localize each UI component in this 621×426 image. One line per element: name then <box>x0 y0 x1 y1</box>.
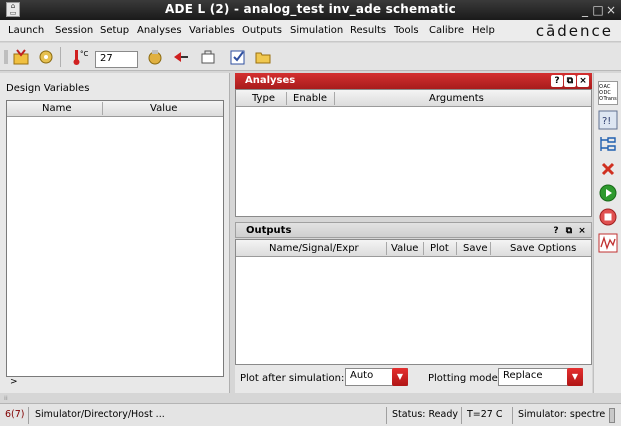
status-separator <box>28 407 29 424</box>
analyses-title: Analyses <box>245 75 296 86</box>
outputs-header: Name/Signal/Expr Value Plot Save Save Op… <box>236 240 591 257</box>
column-save[interactable]: Save <box>463 243 488 254</box>
column-value[interactable]: Value <box>391 243 418 254</box>
toolbar-grip-icon <box>4 50 8 64</box>
column-type[interactable]: Type <box>252 93 275 104</box>
column-separator <box>423 242 424 255</box>
thermometer-icon: °C <box>73 50 88 65</box>
column-save-options[interactable]: Save Options <box>510 243 576 254</box>
variable-icon[interactable]: ?! <box>598 110 618 130</box>
checklist-icon[interactable] <box>229 48 247 66</box>
plot-after-value: Auto <box>350 370 374 381</box>
status-state: Status: Ready <box>392 409 458 420</box>
column-separator <box>456 242 457 255</box>
design-icon[interactable] <box>146 48 164 66</box>
plotting-mode-select[interactable]: Replace ▼ <box>498 368 583 386</box>
minimize-icon[interactable]: _ <box>578 3 592 17</box>
title-bar: ⌂ ▭ ADE L (2) - analog_test inv_ade schem… <box>0 0 621 20</box>
close-icon[interactable]: × <box>604 3 618 17</box>
column-separator <box>286 92 287 105</box>
library-icon[interactable] <box>199 48 217 66</box>
float-icon[interactable]: ⧉ <box>564 75 576 87</box>
column-enable[interactable]: Enable <box>293 93 327 104</box>
cadence-logo: cādence <box>535 22 613 40</box>
menu-session[interactable]: Session <box>55 25 93 36</box>
analyses-table[interactable]: Type Enable Arguments <box>235 89 592 217</box>
menu-tools[interactable]: Tools <box>394 25 419 36</box>
menu-bar: Launch Session Setup Analyses Variables … <box>0 20 621 42</box>
column-separator <box>386 242 387 255</box>
menu-setup[interactable]: Setup <box>100 25 129 36</box>
svg-text:?!: ?! <box>602 116 611 127</box>
netlist-icon[interactable] <box>598 134 618 154</box>
status-count: 6(7) <box>5 409 25 420</box>
menu-calibre[interactable]: Calibre <box>429 25 464 36</box>
status-path: Simulator/Directory/Host ... <box>35 409 165 420</box>
svg-text:°C: °C <box>80 50 88 58</box>
help-icon[interactable]: ? <box>551 75 563 87</box>
column-arguments[interactable]: Arguments <box>429 93 484 104</box>
open-icon[interactable] <box>37 48 55 66</box>
status-separator <box>461 407 462 424</box>
run-icon[interactable] <box>598 183 618 203</box>
analyses-header: Type Enable Arguments <box>236 90 591 107</box>
right-toolbar: AC DC Trans ?! <box>593 73 621 393</box>
menu-launch[interactable]: Launch <box>8 25 44 36</box>
maximize-icon[interactable]: □ <box>591 3 605 17</box>
column-plot[interactable]: Plot <box>430 243 449 254</box>
toolbar: °C <box>0 43 621 71</box>
analyses-panel-title: Analyses ? ⧉ × <box>235 73 592 89</box>
column-separator <box>334 92 335 105</box>
column-separator <box>102 102 103 115</box>
choose-analysis-icon[interactable]: AC DC Trans <box>598 81 618 105</box>
design-variables-table[interactable]: Name Value <box>6 100 224 377</box>
column-value[interactable]: Value <box>150 103 177 114</box>
analysis-type-trans: Trans <box>603 96 618 102</box>
outputs-title: Outputs <box>246 225 292 236</box>
column-name[interactable]: Name <box>42 103 72 114</box>
resize-grip-icon[interactable]: ⁞⁞ <box>4 395 8 402</box>
temperature-input[interactable]: 27 <box>95 51 138 68</box>
plotting-mode-value: Replace <box>503 370 543 381</box>
delete-icon[interactable] <box>598 159 618 179</box>
menu-results[interactable]: Results <box>350 25 386 36</box>
expander-icon[interactable]: > <box>10 377 18 387</box>
menu-simulation[interactable]: Simulation <box>290 25 343 36</box>
column-separator <box>490 242 491 255</box>
status-bar: 6(7) Simulator/Directory/Host ... Status… <box>0 403 621 426</box>
folder-icon[interactable] <box>254 48 272 66</box>
outputs-table[interactable]: Name/Signal/Expr Value Plot Save Save Op… <box>235 239 592 365</box>
design-variables-header: Name Value <box>7 101 223 117</box>
menu-outputs[interactable]: Outputs <box>242 25 282 36</box>
status-separator <box>386 407 387 424</box>
menu-variables[interactable]: Variables <box>189 25 235 36</box>
plot-after-select[interactable]: Auto ▼ <box>345 368 408 386</box>
stop-icon[interactable] <box>598 207 618 227</box>
chevron-down-icon[interactable]: ▼ <box>392 368 408 386</box>
status-simulator: Simulator: spectre <box>518 409 606 420</box>
menu-analyses[interactable]: Analyses <box>137 25 182 36</box>
outputs-panel-title: Outputs ? ⧉ × <box>235 222 592 238</box>
toolbar-separator <box>60 47 61 67</box>
status-indicator <box>609 408 615 423</box>
column-name-signal-expr[interactable]: Name/Signal/Expr <box>269 243 359 254</box>
chevron-down-icon[interactable]: ▼ <box>567 368 583 386</box>
help-icon[interactable]: ? <box>550 225 562 237</box>
status-separator <box>512 407 513 424</box>
menu-help[interactable]: Help <box>472 25 495 36</box>
launch-icon[interactable] <box>12 48 30 66</box>
window-title: ADE L (2) - analog_test inv_ade schemati… <box>165 2 456 16</box>
plotting-mode-label: Plotting mode: <box>428 373 502 384</box>
plot-outputs-icon[interactable] <box>598 233 618 253</box>
select-on-schematic-icon[interactable] <box>172 48 190 66</box>
close-panel-icon[interactable]: × <box>576 225 588 237</box>
float-icon[interactable]: ⧉ <box>563 225 575 237</box>
close-panel-icon[interactable]: × <box>577 75 589 87</box>
status-temp: T=27 C <box>467 409 503 420</box>
design-variables-label: Design Variables <box>6 83 90 94</box>
plot-controls: Plot after simulation: Auto ▼ Plotting m… <box>235 365 592 393</box>
plot-after-label: Plot after simulation: <box>240 373 345 384</box>
